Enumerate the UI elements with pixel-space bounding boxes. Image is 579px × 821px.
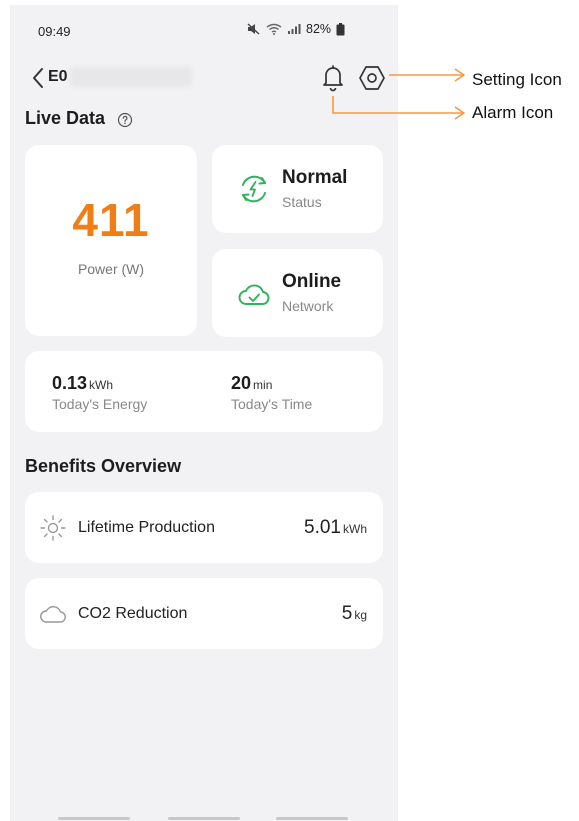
setting-icon-annotation: Setting Icon	[472, 70, 562, 89]
annotation-arrows	[332, 68, 465, 120]
alarm-icon-annotation: Alarm Icon	[472, 103, 554, 122]
